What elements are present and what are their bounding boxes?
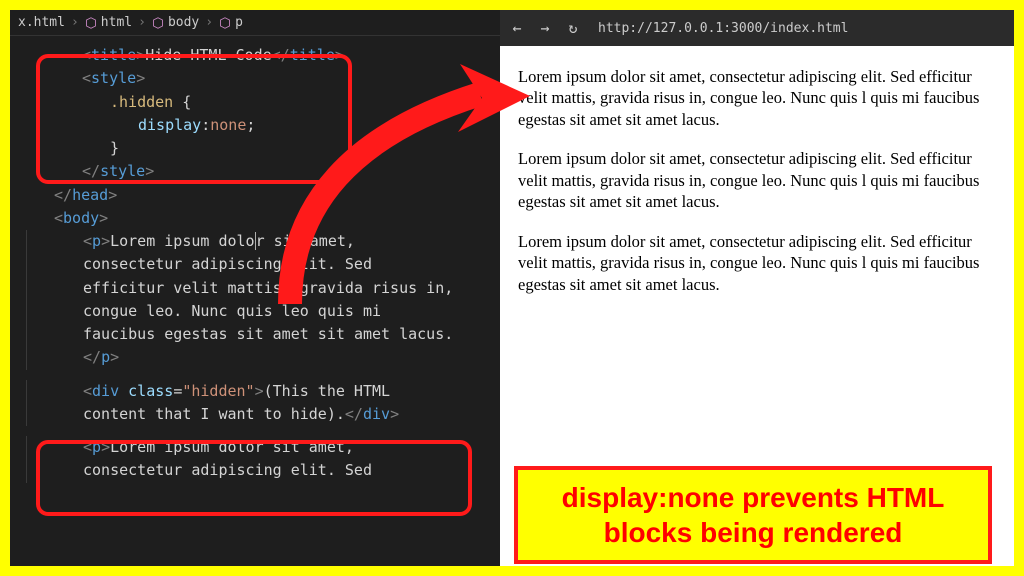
forward-icon[interactable]: →: [536, 19, 554, 37]
breadcrumb-body[interactable]: body: [152, 15, 199, 30]
breadcrumb[interactable]: x.html › html › body › p: [10, 10, 500, 36]
breadcrumb-file[interactable]: x.html: [18, 15, 65, 30]
paragraph-3: Lorem ipsum dolor sit amet, consectetur …: [518, 231, 996, 295]
tutorial-frame: x.html › html › body › p <title>Hide HTM…: [0, 0, 1024, 576]
chevron-right-icon: ›: [138, 15, 146, 30]
chevron-right-icon: ›: [71, 15, 79, 30]
element-icon: [219, 17, 231, 29]
breadcrumb-html[interactable]: html: [85, 15, 132, 30]
explanation-caption: display:none prevents HTML blocks being …: [514, 466, 992, 564]
code-area[interactable]: <title>Hide HTML Code</title> <style> .h…: [10, 36, 500, 491]
element-icon: [152, 17, 164, 29]
address-bar[interactable]: http://127.0.0.1:3000/index.html: [592, 16, 1006, 40]
rendered-page: Lorem ipsum dolor sit amet, consectetur …: [500, 46, 1014, 333]
breadcrumb-p[interactable]: p: [219, 15, 243, 30]
back-icon[interactable]: ←: [508, 19, 526, 37]
paragraph-2: Lorem ipsum dolor sit amet, consectetur …: [518, 148, 996, 212]
paragraph-1: Lorem ipsum dolor sit amet, consectetur …: [518, 66, 996, 130]
code-editor: x.html › html › body › p <title>Hide HTM…: [10, 10, 500, 566]
chevron-right-icon: ›: [205, 15, 213, 30]
browser-toolbar: ← → ↻ http://127.0.0.1:3000/index.html: [500, 10, 1014, 46]
element-icon: [85, 17, 97, 29]
refresh-icon[interactable]: ↻: [564, 19, 582, 37]
